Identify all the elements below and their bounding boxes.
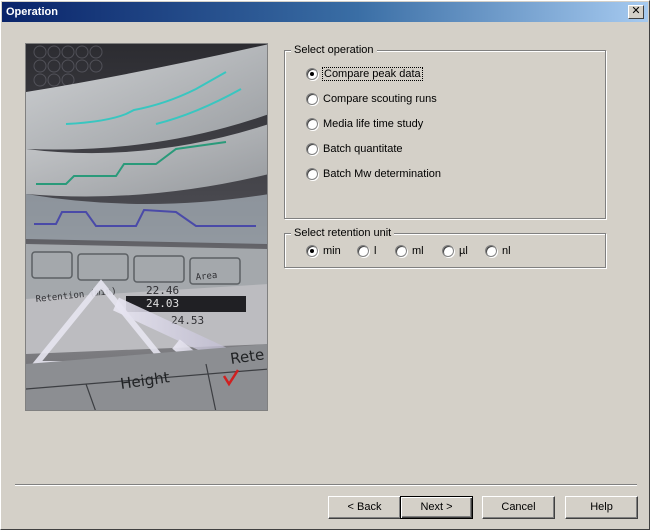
radio-media-life-time-study[interactable] [306, 118, 318, 130]
radio-compare-peak-data[interactable] [306, 68, 318, 80]
radio-unit-min[interactable] [306, 245, 318, 257]
option-batch-mw-determination[interactable]: Batch Mw determination [306, 166, 441, 182]
chromatogram-sheets-image: 22.46 24.03 24.53 Retention (min) Area H… [26, 44, 267, 410]
cancel-button[interactable]: Cancel [482, 496, 555, 519]
unit-option-l[interactable]: l [357, 243, 376, 259]
option-media-life-time-study[interactable]: Media life time study [306, 116, 423, 132]
radio-batch-quantitate[interactable] [306, 143, 318, 155]
next-button[interactable]: Next > [400, 496, 473, 519]
radio-unit-l[interactable] [357, 245, 369, 257]
radio-unit-nl[interactable] [485, 245, 497, 257]
radio-compare-scouting-runs[interactable] [306, 93, 318, 105]
unit-label: ml [412, 245, 424, 257]
footer-separator [15, 484, 637, 486]
back-button[interactable]: < Back [328, 496, 401, 519]
select-operation-legend: Select operation [291, 43, 377, 57]
select-operation-group: Select operation Compare peak data Compa… [284, 43, 606, 219]
option-label: Compare scouting runs [323, 93, 437, 105]
unit-label: l [374, 245, 377, 257]
radio-unit-ml[interactable] [395, 245, 407, 257]
operation-dialog: Operation ✕ 22.46 24.03 24.53 Retention … [0, 0, 650, 530]
close-button[interactable]: ✕ [628, 5, 644, 19]
unit-label: nl [502, 245, 511, 257]
unit-option-min[interactable]: min [306, 243, 341, 259]
readout-row-2: 24.03 [146, 297, 179, 310]
option-label: Batch Mw determination [323, 168, 441, 180]
option-batch-quantitate[interactable]: Batch quantitate [306, 141, 403, 157]
retention-unit-legend: Select retention unit [291, 226, 395, 240]
option-label: Compare peak data [322, 67, 423, 81]
option-compare-peak-data[interactable]: Compare peak data [306, 66, 423, 82]
option-compare-scouting-runs[interactable]: Compare scouting runs [306, 91, 437, 107]
retention-unit-group: Select retention unit min l ml µl nl [284, 226, 606, 268]
help-button[interactable]: Help [565, 496, 638, 519]
wizard-illustration: 22.46 24.03 24.53 Retention (min) Area H… [25, 43, 268, 411]
window-title: Operation [6, 6, 58, 18]
unit-option-ml[interactable]: ml [395, 243, 424, 259]
title-bar: Operation ✕ [2, 2, 648, 22]
unit-option-ul[interactable]: µl [442, 243, 468, 259]
option-label: Batch quantitate [323, 143, 403, 155]
option-label: Media life time study [323, 118, 424, 130]
radio-unit-ul[interactable] [442, 245, 454, 257]
unit-label: µl [459, 245, 468, 257]
readout-row-1: 22.46 [146, 284, 179, 297]
unit-option-nl[interactable]: nl [485, 243, 511, 259]
radio-batch-mw-determination[interactable] [306, 168, 318, 180]
close-icon: ✕ [631, 5, 641, 17]
unit-label: min [323, 245, 341, 257]
